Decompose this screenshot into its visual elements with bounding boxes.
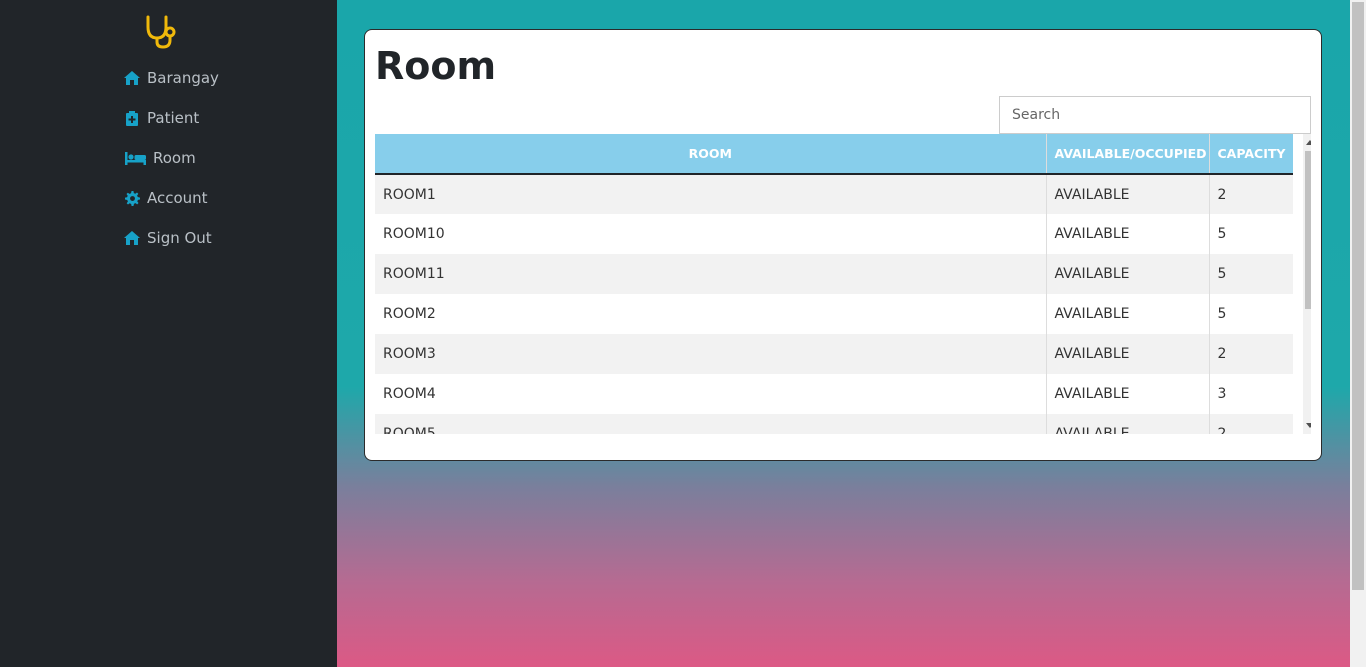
stethoscope-logo-icon [143, 14, 179, 50]
room-cell: ROOM2 [375, 294, 1047, 334]
column-header-status[interactable]: AVAILABLE/OCCUPIED [1046, 134, 1210, 175]
room-cell: ROOM10 [375, 214, 1047, 254]
status-cell: AVAILABLE [1046, 334, 1210, 374]
page-title: Room [375, 44, 497, 88]
scroll-up-arrow-icon[interactable] [1306, 140, 1311, 145]
capacity-cell: 5 [1209, 214, 1293, 254]
table-row[interactable]: ROOM10 AVAILABLE 5 [375, 214, 1293, 254]
table-row[interactable]: ROOM4 AVAILABLE 3 [375, 374, 1293, 414]
search-input[interactable] [999, 96, 1311, 134]
sidebar-item-barangay[interactable]: Barangay [124, 58, 219, 98]
table-row[interactable]: ROOM11 AVAILABLE 5 [375, 254, 1293, 294]
status-cell: AVAILABLE [1046, 214, 1210, 254]
column-header-room[interactable]: ROOM [375, 134, 1047, 175]
table-header-row: ROOM AVAILABLE/OCCUPIED CAPACITY [375, 134, 1293, 175]
room-cell: ROOM3 [375, 334, 1047, 374]
scroll-down-arrow-icon[interactable] [1306, 423, 1311, 428]
home-icon [124, 230, 140, 246]
capacity-cell: 5 [1209, 254, 1293, 294]
room-cell: ROOM4 [375, 374, 1047, 414]
sidebar-item-account[interactable]: Account [124, 178, 219, 218]
page-scrollbar-thumb[interactable] [1352, 2, 1364, 590]
table-row[interactable]: ROOM2 AVAILABLE 5 [375, 294, 1293, 334]
room-cell: ROOM11 [375, 254, 1047, 294]
table-scrollbar[interactable] [1303, 134, 1311, 434]
sidebar-item-sign-out[interactable]: Sign Out [124, 218, 219, 258]
table-row[interactable]: ROOM1 AVAILABLE 2 [375, 174, 1293, 214]
room-table-container: ROOM AVAILABLE/OCCUPIED CAPACITY ROOM1 A… [375, 134, 1311, 434]
sidebar: Barangay Patient Room Account Sign Out [0, 0, 337, 667]
table-row[interactable]: ROOM3 AVAILABLE 2 [375, 334, 1293, 374]
capacity-cell: 5 [1209, 294, 1293, 334]
status-cell: AVAILABLE [1046, 174, 1210, 214]
sidebar-item-label: Barangay [147, 69, 219, 87]
room-table: ROOM AVAILABLE/OCCUPIED CAPACITY ROOM1 A… [375, 134, 1293, 434]
status-cell: AVAILABLE [1046, 374, 1210, 414]
capacity-cell: 2 [1209, 334, 1293, 374]
column-header-capacity[interactable]: CAPACITY [1209, 134, 1293, 175]
room-cell: ROOM5 [375, 414, 1047, 434]
sidebar-item-label: Room [153, 149, 196, 167]
sidebar-item-room[interactable]: Room [124, 138, 219, 178]
capacity-cell: 3 [1209, 374, 1293, 414]
gear-icon [124, 190, 140, 206]
home-icon [124, 70, 140, 86]
sidebar-nav: Barangay Patient Room Account Sign Out [124, 58, 219, 258]
bed-icon [124, 150, 146, 166]
sidebar-item-label: Account [147, 189, 208, 207]
sidebar-item-label: Sign Out [147, 229, 212, 247]
clipboard-plus-icon [124, 110, 140, 126]
page-scrollbar[interactable] [1350, 0, 1366, 667]
sidebar-item-label: Patient [147, 109, 200, 127]
room-cell: ROOM1 [375, 174, 1047, 214]
status-cell: AVAILABLE [1046, 254, 1210, 294]
status-cell: AVAILABLE [1046, 414, 1210, 434]
sidebar-item-patient[interactable]: Patient [124, 98, 219, 138]
capacity-cell: 2 [1209, 174, 1293, 214]
table-row[interactable]: ROOM5 AVAILABLE 2 [375, 414, 1293, 434]
table-scrollbar-thumb[interactable] [1305, 151, 1311, 309]
capacity-cell: 2 [1209, 414, 1293, 434]
status-cell: AVAILABLE [1046, 294, 1210, 334]
room-card: Room ROOM AVAILABLE/OCCUPIED CAPACITY RO… [364, 29, 1322, 461]
